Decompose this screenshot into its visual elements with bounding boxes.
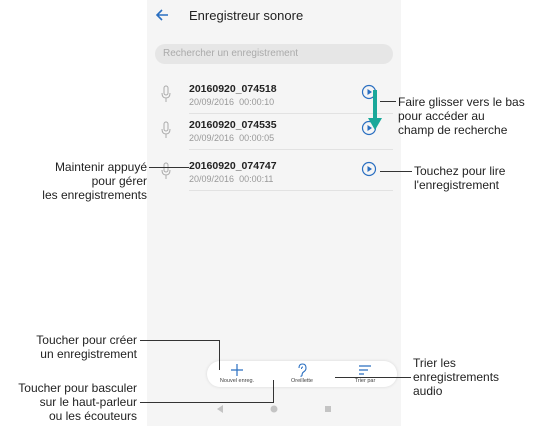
callout-line xyxy=(140,340,220,341)
recording-meta: 20/09/2016 00:00:10 xyxy=(189,97,275,107)
ear-icon xyxy=(298,363,307,377)
earpiece-label: Oreillette xyxy=(290,378,313,384)
home-nav-icon[interactable] xyxy=(269,404,279,414)
recording-name: 20160920_074518 xyxy=(189,83,277,95)
callout-line xyxy=(149,167,189,168)
recording-meta: 20/09/2016 00:00:05 xyxy=(189,133,275,143)
callout-line xyxy=(380,101,396,102)
earpiece-button[interactable]: Oreillette xyxy=(272,361,332,387)
list-item[interactable]: 20160920_074518 20/09/2016 00:00:10 xyxy=(147,78,401,114)
hold-annotation: Maintenir appuyé pour gérer les enregistre… xyxy=(42,160,147,202)
callout-line xyxy=(219,340,220,370)
divider xyxy=(189,190,393,191)
list-item[interactable]: 20160920_074747 20/09/2016 00:00:11 xyxy=(147,155,401,191)
microphone-icon xyxy=(161,121,171,138)
sort-icon xyxy=(359,365,371,375)
callout-line xyxy=(380,171,412,172)
system-nav-bar xyxy=(147,400,401,420)
back-arrow-icon[interactable] xyxy=(153,5,173,25)
bottom-action-bar: Nouvel enreg. Oreillette Trier par xyxy=(207,361,397,387)
callout-line xyxy=(140,402,274,403)
page-title: Enregistreur sonore xyxy=(189,8,304,23)
phone-screen: Enregistreur sonore Rechercher un enregi… xyxy=(147,0,401,426)
divider xyxy=(189,149,393,150)
recording-name: 20160920_074747 xyxy=(189,160,277,172)
callout-line xyxy=(335,377,411,378)
swipe-annotation: Faire glisser vers le bas pour accéder au… xyxy=(398,95,525,137)
callout-line xyxy=(273,380,274,403)
new-recording-label: Nouvel enreg. xyxy=(219,378,255,384)
microphone-icon xyxy=(161,85,171,102)
recents-nav-icon[interactable] xyxy=(323,404,333,414)
search-input[interactable]: Rechercher un enregistrement xyxy=(155,44,393,64)
new-recording-button[interactable]: Nouvel enreg. xyxy=(207,361,267,387)
back-nav-icon[interactable] xyxy=(215,404,225,414)
create-annotation: Toucher pour créer un enregistrement xyxy=(36,333,137,361)
recording-name: 20160920_074535 xyxy=(189,119,277,131)
plus-icon xyxy=(231,364,243,376)
sort-annotation: Trier les enregistrements audio xyxy=(413,356,500,398)
recording-meta: 20/09/2016 00:00:11 xyxy=(189,174,274,184)
arrow-down-icon xyxy=(368,90,382,130)
sort-label: Trier par xyxy=(354,378,376,384)
microphone-icon xyxy=(161,162,171,179)
play-annotation: Touchez pour lire l'enregistrement xyxy=(414,164,506,192)
list-item[interactable]: 20160920_074535 20/09/2016 00:00:05 xyxy=(147,114,401,150)
switch-annotation: Toucher pour basculer sur le haut-parleur… xyxy=(18,381,137,423)
sort-button[interactable]: Trier par xyxy=(335,361,395,387)
app-header: Enregistreur sonore xyxy=(147,0,401,34)
play-icon[interactable] xyxy=(361,161,377,177)
